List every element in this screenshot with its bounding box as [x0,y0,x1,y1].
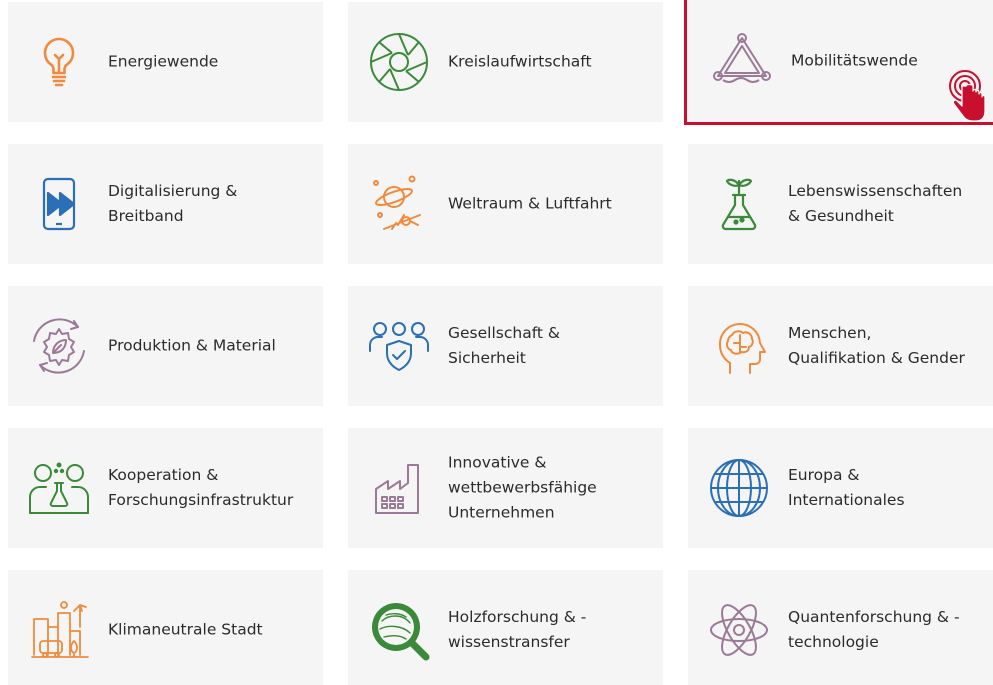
tile-kreislaufwirtschaft[interactable]: Kreislaufwirtschaft [348,2,663,122]
tile-europa[interactable]: Europa & Internationales [688,428,993,548]
tile-label: Holzforschung & - wissenstransfer [448,608,587,651]
tile-label: Innovative & wettbewerbsfähige Unternehm… [448,453,597,522]
city-icon [26,597,92,663]
tile-produktion[interactable]: Produktion & Material [8,286,323,406]
tile-label: Weltraum & Luftfahrt [448,194,612,213]
gear-leaf-icon [26,313,92,379]
lightbulb-icon [26,29,92,95]
smartphone-forward-icon [26,171,92,237]
topic-grid: Energiewende Kreislaufwirtschaft Mobilit [0,0,993,685]
tile-label: Klimaneutrale Stadt [108,620,263,639]
tile-kooperation[interactable]: Kooperation & Forschungsinfrastruktur [8,428,323,548]
atom-icon [706,597,772,663]
tile-innovative[interactable]: Innovative & wettbewerbsfähige Unternehm… [348,428,663,548]
tile-weltraum[interactable]: Weltraum & Luftfahrt [348,144,663,264]
researchers-icon [26,455,92,521]
tile-energiewende[interactable]: Energiewende [8,2,323,122]
tile-label: Kooperation & Forschungsinfrastruktur [108,466,294,509]
tile-digitalisierung[interactable]: Digitalisierung & Breitband [8,144,323,264]
tile-quantenforschung[interactable]: Quantenforschung & - technologie [688,570,993,685]
people-shield-icon [366,313,432,379]
tile-label: Produktion & Material [108,336,276,355]
planet-airplane-icon [366,171,432,237]
tile-label: Lebenswissenschaften & Gesundheit [788,182,963,225]
tile-label: Europa & Internationales [788,466,905,509]
flask-plant-icon [706,171,772,237]
tile-holzforschung[interactable]: Holzforschung & - wissenstransfer [348,570,663,685]
hand-pointer-icon [943,64,989,130]
globe-icon [706,455,772,521]
tile-gesellschaft[interactable]: Gesellschaft & Sicherheit [348,286,663,406]
tile-menschen[interactable]: Menschen, Qualifikation & Gender [688,286,993,406]
tile-label: Menschen, Qualifikation & Gender [788,324,965,367]
aperture-icon [366,29,432,95]
tile-label: Gesellschaft & Sicherheit [448,324,560,367]
tile-label: Digitalisierung & Breitband [108,182,238,225]
triangle-wheels-icon [709,28,775,94]
tile-lebenswissenschaften[interactable]: Lebenswissenschaften & Gesundheit [688,144,993,264]
tile-label: Energiewende [108,52,219,71]
tile-label: Kreislaufwirtschaft [448,52,592,71]
wood-magnifier-icon [366,597,432,663]
tile-label: Quantenforschung & - technologie [788,608,960,651]
factory-icon [366,455,432,521]
head-brain-icon [706,313,772,379]
tile-klimaneutrale-stadt[interactable]: Klimaneutrale Stadt [8,570,323,685]
